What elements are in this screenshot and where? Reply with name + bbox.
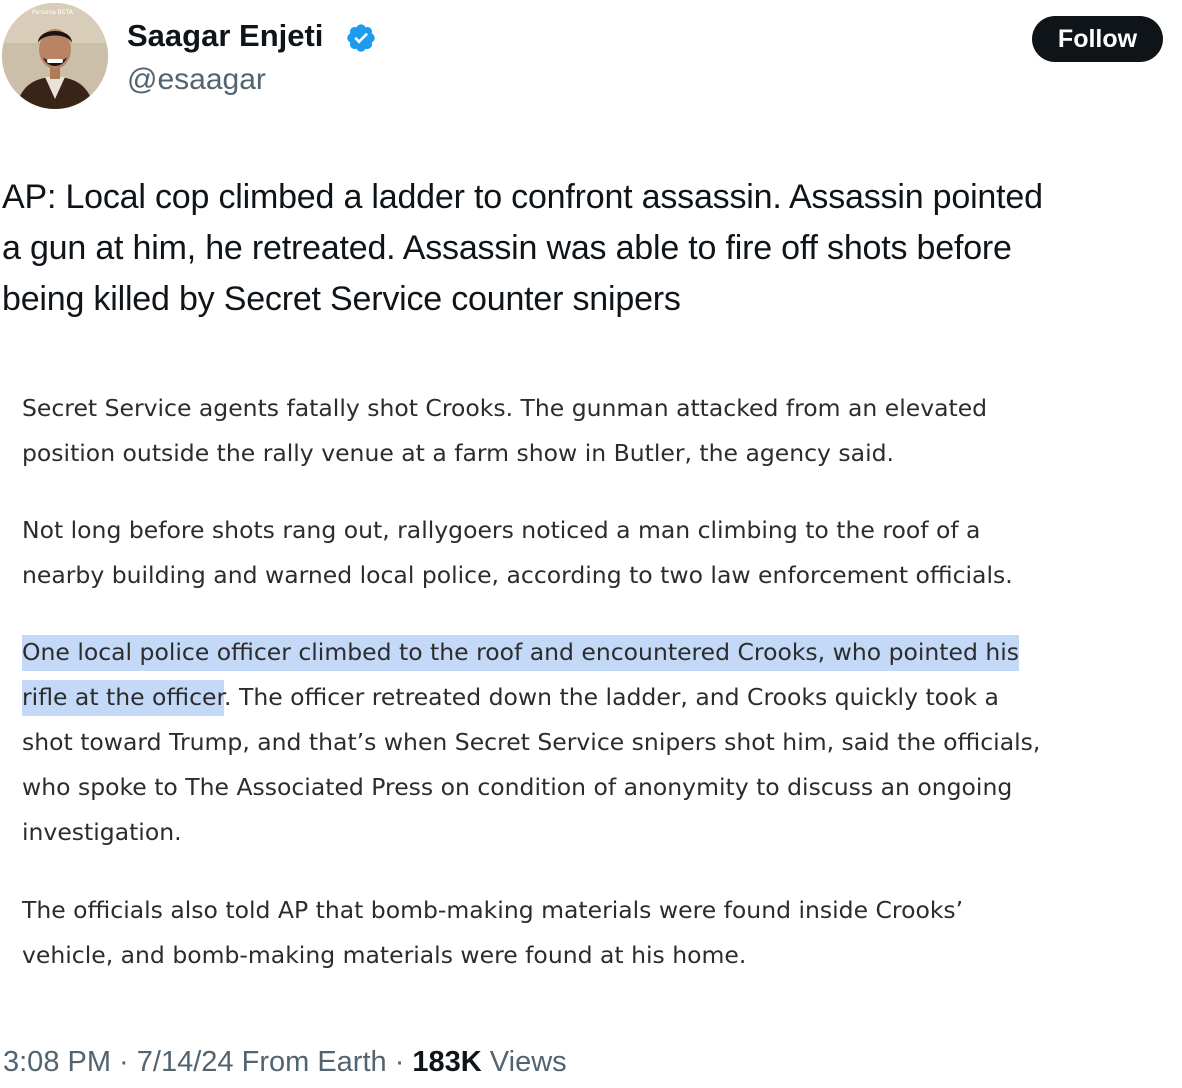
tweet-text-line: a gun at him, he retreated. Assassin was… [2,229,1012,267]
article-paragraph-4: The officials also told AP that bomb-mak… [22,888,1172,978]
article-line: nearby building and warned local police,… [22,561,1013,589]
avatar[interactable]: Persona BETA [2,3,108,109]
tweet-source: From Earth [233,1046,387,1078]
article-line: vehicle, and bomb-making materials were … [22,941,747,969]
article-text: . The officer retreated down the ladder,… [224,683,999,711]
tweet-text-line: AP: Local cop climbed a ladder to confro… [2,178,1043,216]
article-line: investigation. [22,818,182,846]
avatar-badge: Persona BETA [32,9,73,16]
article-paragraph-2: Not long before shots rang out, rallygoe… [22,508,1172,598]
tweet-date[interactable]: 7/14/24 [137,1046,234,1078]
tweet-meta: 3:08 PM · 7/14/24 From Earth · 183K View… [3,1043,567,1081]
article-line: Not long before shots rang out, rallygoe… [22,516,981,544]
handle[interactable]: @esaagar [127,61,266,99]
article-line: One local police officer climbed to the … [22,630,1172,675]
tweet-text: AP: Local cop climbed a ladder to confro… [2,172,1182,325]
highlighted-text: One local police officer climbed to the … [22,635,1020,671]
follow-button[interactable]: Follow [1032,16,1163,62]
attached-article-screenshot[interactable]: Secret Service agents fatally shot Crook… [0,372,1182,992]
highlighted-text: rifle at the officer [22,680,225,716]
tweet-time[interactable]: 3:08 PM [3,1046,111,1078]
article-line: rifle at the officer. The officer retrea… [22,675,1172,720]
article-line: shot toward Trump, and that’s when Secre… [22,728,1041,756]
article-line: position outside the rally venue at a fa… [22,439,894,467]
avatar-photo [2,3,108,109]
tweet-text-line: being killed by Secret Service counter s… [2,280,681,318]
verified-badge-icon[interactable] [345,22,377,54]
separator: · [111,1046,137,1078]
display-name[interactable]: Saagar Enjeti [127,16,323,56]
views-label: Views [481,1046,567,1078]
article-paragraph-1: Secret Service agents fatally shot Crook… [22,386,1172,476]
separator: · [386,1046,413,1078]
article-line: Secret Service agents fatally shot Crook… [22,394,988,422]
article-paragraph-3: One local police officer climbed to the … [22,630,1172,855]
article-line: The officials also told AP that bomb-mak… [22,896,964,924]
article-line: who spoke to The Associated Press on con… [22,773,1013,801]
views-count[interactable]: 183K [412,1046,481,1078]
